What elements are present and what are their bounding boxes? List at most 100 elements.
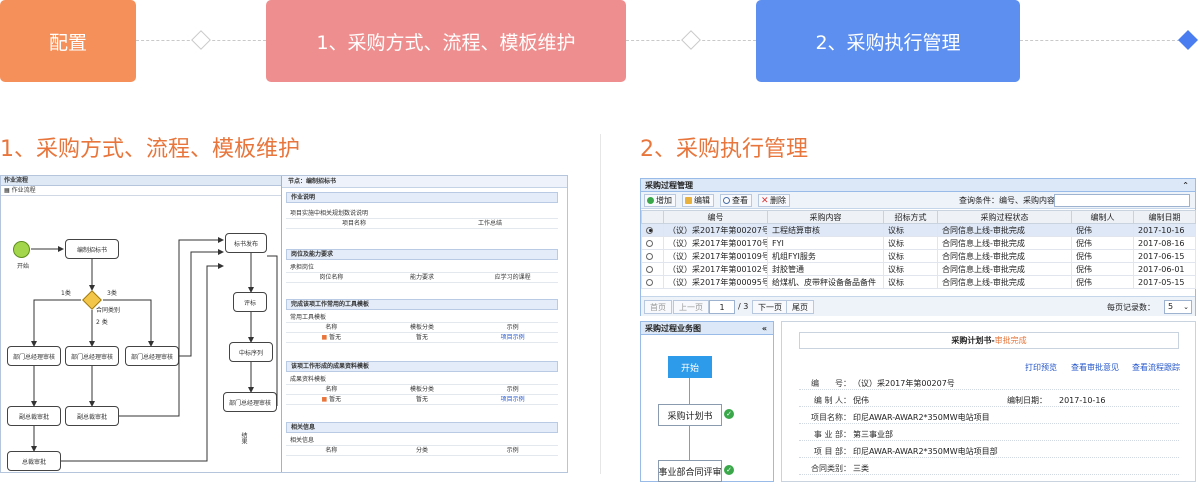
example-link[interactable]: 项目示例 — [467, 395, 558, 404]
table-row[interactable]: （议）采2017年第00095号 给煤机、皮带秤设备备品备件 议标 合同信息上线… — [641, 275, 1196, 289]
view-approval-link[interactable]: 查看审批意见 — [1071, 362, 1119, 373]
section-columns: 名称 分类 示例 — [286, 446, 558, 456]
collapse-left-icon[interactable]: « — [762, 322, 767, 335]
row-select[interactable] — [641, 223, 664, 237]
row-select[interactable] — [641, 249, 664, 263]
field-value: 2017-10-16 — [1059, 396, 1106, 405]
cell-value: 暂无 — [329, 334, 342, 341]
prev-page-button[interactable]: 上一页 — [673, 300, 709, 314]
view-flow-trace-link[interactable]: 查看流程跟踪 — [1132, 362, 1180, 373]
section-header: 相关信息 — [286, 422, 558, 433]
page-number-input[interactable]: 1 — [709, 300, 735, 314]
step-method-flow-template[interactable]: 1、采购方式、流程、模板维护 — [266, 0, 626, 82]
cell-value: 暂无 — [416, 396, 429, 403]
table-row[interactable]: （议）采2017年第00170号 FYI 议标 合同信息上线-审批完成 倪伟 2… — [641, 236, 1196, 250]
start-label: 开始 — [17, 263, 30, 270]
cell-status: 合同信息上线-审批完成 — [937, 262, 1072, 276]
cell-status: 合同信息上线-审批完成 — [937, 249, 1072, 263]
radio-icon[interactable] — [646, 252, 653, 260]
node-property-form: 节点：编制招标书 作业说明 项目实施中相关规划数说说明 项目名称 工作总结 岗位及… — [281, 176, 567, 472]
col-header-select — [641, 210, 664, 224]
col-header-no[interactable]: 编号 — [663, 210, 768, 224]
row-select[interactable] — [641, 236, 664, 250]
flow-start-node[interactable]: 开始 — [668, 356, 712, 378]
radio-icon[interactable] — [646, 226, 653, 234]
section-columns: 岗位名称 能力要求 应学习的课程 — [286, 273, 558, 283]
col-label: 示例 — [506, 386, 519, 393]
field-key: 项 目 部： — [813, 447, 851, 456]
print-preview-link[interactable]: 打印预览 — [1025, 362, 1057, 373]
delete-button[interactable]: ✕ 删除 — [758, 194, 790, 207]
node-dept-3[interactable]: 部门总经理审核 — [125, 346, 179, 366]
node-fabu[interactable]: 标书发布 — [225, 233, 267, 253]
doc-field-row: 项目名称： 印尼AWAR-AWAR2*350MW电站项目 — [799, 411, 1179, 424]
flow-window-title: 采购过程业务图 — [645, 324, 701, 333]
collapse-icon[interactable]: ⌃ — [1182, 179, 1189, 192]
row-select[interactable] — [641, 275, 664, 289]
bullet-icon: ■ — [321, 334, 330, 341]
view-button[interactable]: 查看 — [720, 194, 752, 207]
radio-icon[interactable] — [646, 239, 653, 247]
section-values: ■ 暂无 暂无 项目示例 — [286, 395, 558, 405]
per-page-select[interactable]: 5 ⌄ — [1164, 300, 1192, 314]
workflow-toolbar-label: 作业流程 — [11, 187, 36, 194]
form-section-tools: 完成该项工作常用的工具模板 常用工具模板 名称 模板分类 示例 ■ 暂无 暂无 项目示例 — [286, 299, 558, 343]
step-connector — [1020, 40, 1180, 41]
col-label: 示例 — [506, 447, 519, 454]
node-dept-2[interactable]: 部门总经理审核 — [65, 346, 119, 366]
step-config[interactable]: 配置 — [0, 0, 136, 82]
doc-field-row: 项 目 部： 印尼AWAR-AWAR2*350MW电站项目部 — [799, 445, 1179, 458]
cell-status: 合同信息上线-审批完成 — [937, 223, 1072, 237]
col-label: 应学习的课程 — [494, 274, 531, 281]
branch-label-1: 1类 — [61, 290, 71, 297]
col-label: 名称 — [325, 324, 338, 331]
node-pingbiao[interactable]: 评标 — [233, 292, 267, 312]
first-page-button[interactable]: 首页 — [644, 300, 672, 314]
step-diamond-icon — [191, 30, 211, 50]
col-header-method[interactable]: 招标方式 — [883, 210, 938, 224]
table-row[interactable]: （议）采2017年第00109号 机组FYI服务 议标 合同信息上线-审批完成 … — [641, 249, 1196, 263]
node-bianzhi[interactable]: 编制招标书 — [65, 239, 119, 259]
next-page-button[interactable]: 下一页 — [752, 300, 788, 314]
cell-no: （议）采2017年第00170号 — [663, 236, 768, 250]
section-row: 常用工具模板 — [286, 313, 558, 323]
table-row[interactable]: （议）采2017年第00102号 封胶管通 议标 合同信息上线-审批完成 倪伟 … — [641, 262, 1196, 276]
cell-content: 机组FYI服务 — [767, 249, 884, 263]
node-dept-4[interactable]: 部门总经理审核 — [223, 392, 277, 412]
radio-icon[interactable] — [646, 278, 653, 286]
cell-date: 2017-08-16 — [1133, 236, 1196, 250]
branch-label-3: 3类 — [107, 290, 117, 297]
cell-value: 暂无 — [329, 396, 342, 403]
document-status: 审批完成 — [994, 336, 1027, 345]
radio-icon[interactable] — [646, 265, 653, 273]
flow-node-review[interactable]: 事业部合同评审 — [658, 460, 722, 482]
field-key: 事 业 部： — [813, 430, 851, 439]
last-page-button[interactable]: 尾页 — [786, 300, 814, 314]
row-select[interactable] — [641, 262, 664, 276]
section-header: 岗位及能力要求 — [286, 249, 558, 260]
cell-author: 倪伟 — [1071, 275, 1134, 289]
node-vice-1[interactable]: 副总裁审批 — [7, 406, 61, 426]
flow-node-plan[interactable]: 采购计划书 — [658, 404, 722, 426]
col-header-content[interactable]: 采购内容 — [767, 210, 884, 224]
query-label: 查询条件：编号、采购内容 — [959, 196, 1055, 205]
node-vice-2[interactable]: 副总裁审批 — [65, 406, 119, 426]
node-zhongbiao[interactable]: 中标序列 — [229, 342, 273, 362]
node-ceo[interactable]: 总裁审批 — [7, 451, 61, 471]
col-header-author[interactable]: 编制人 — [1071, 210, 1134, 224]
col-header-status[interactable]: 采购过程状态 — [937, 210, 1072, 224]
col-header-date[interactable]: 编制日期 — [1133, 210, 1196, 224]
node-dept-1[interactable]: 部门总经理审核 — [7, 346, 61, 366]
cell-author: 倪伟 — [1071, 262, 1134, 276]
section-header: 完成该项工作常用的工具模板 — [286, 299, 558, 310]
example-link[interactable]: 项目示例 — [467, 333, 558, 342]
query-input[interactable] — [1054, 194, 1190, 207]
step-execution-management[interactable]: 2、采购执行管理 — [756, 0, 1020, 82]
document-title: 采购计划书-审批完成 — [799, 332, 1179, 349]
edit-button[interactable]: 编辑 — [682, 194, 714, 207]
procurement-plan-document: 采购计划书-审批完成 打印预览 查看审批意见 查看流程跟踪 编 号： （议）采20… — [781, 321, 1196, 482]
field-value: 第三事业部 — [853, 430, 893, 439]
field-key: 项目名称： — [811, 413, 851, 422]
table-row[interactable]: （议）采2017年第00207号 工程结算审核 议标 合同信息上线-审批完成 倪… — [641, 223, 1196, 237]
add-button[interactable]: 增加 — [644, 194, 676, 207]
